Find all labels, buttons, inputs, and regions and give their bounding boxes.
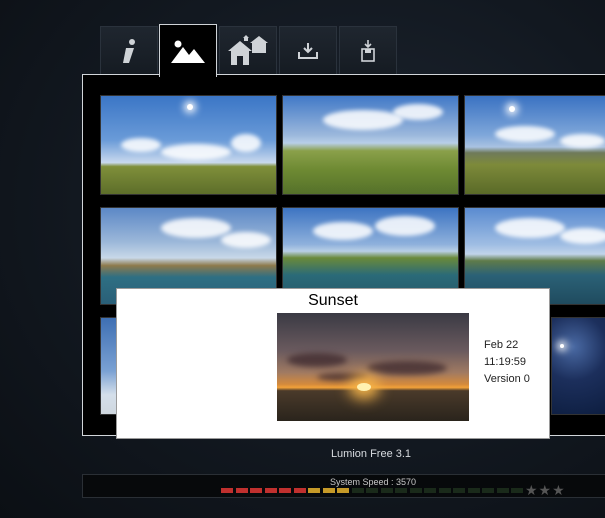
- speed-segment: [482, 488, 494, 493]
- preset-version: Version 0: [484, 373, 530, 385]
- speed-segment: [409, 488, 422, 493]
- preset-time: 11:19:59: [484, 356, 527, 368]
- tab-save[interactable]: [339, 26, 397, 75]
- speed-segment: [235, 488, 248, 493]
- preset-preview-popup: Sunset Feb 22 11:19:59 Version 0: [116, 288, 550, 439]
- tab-import[interactable]: [279, 26, 337, 75]
- speed-segment: [438, 488, 451, 493]
- system-speed-bar: System Speed : 3570 ★★★: [82, 474, 605, 498]
- info-icon: [123, 39, 135, 63]
- preset-info: Feb 22 11:19:59 Version 0: [484, 337, 530, 388]
- preview-image: [277, 313, 469, 421]
- speed-segment: [221, 488, 233, 493]
- speed-segment: [351, 488, 364, 493]
- preset-thumbnail[interactable]: [551, 317, 605, 415]
- popup-title: Sunset: [308, 292, 358, 309]
- tab-info[interactable]: [100, 26, 158, 75]
- speed-segment: [511, 488, 523, 493]
- speed-segment: [395, 488, 407, 493]
- houses-icon: [228, 35, 268, 65]
- app-version-label: Lumion Free 3.1: [330, 448, 412, 460]
- speed-segment: [467, 488, 480, 493]
- preset-thumbnail[interactable]: [282, 95, 459, 195]
- speed-segment: [380, 488, 393, 493]
- preset-thumbnail[interactable]: [100, 95, 277, 195]
- preset-date: Feb 22: [484, 339, 519, 351]
- speed-segment: [279, 488, 291, 493]
- speed-segment: [293, 488, 306, 493]
- preset-thumbnail[interactable]: [464, 95, 605, 195]
- mountain-icon: [171, 40, 205, 63]
- speed-segment: [337, 488, 349, 493]
- speed-segment: [308, 488, 320, 493]
- speed-segment: [366, 488, 378, 493]
- import-icon: [298, 43, 318, 59]
- tab-scene[interactable]: [219, 26, 277, 75]
- speed-segment: [322, 488, 335, 493]
- save-icon: [361, 40, 375, 62]
- speed-segment: [496, 488, 509, 493]
- tab-landscape[interactable]: [159, 24, 217, 77]
- speed-segment: [453, 488, 465, 493]
- speed-segment: [264, 488, 277, 493]
- speed-segment: [424, 488, 436, 493]
- speed-stars: ★★★: [525, 482, 566, 498]
- speed-segment: [250, 488, 262, 493]
